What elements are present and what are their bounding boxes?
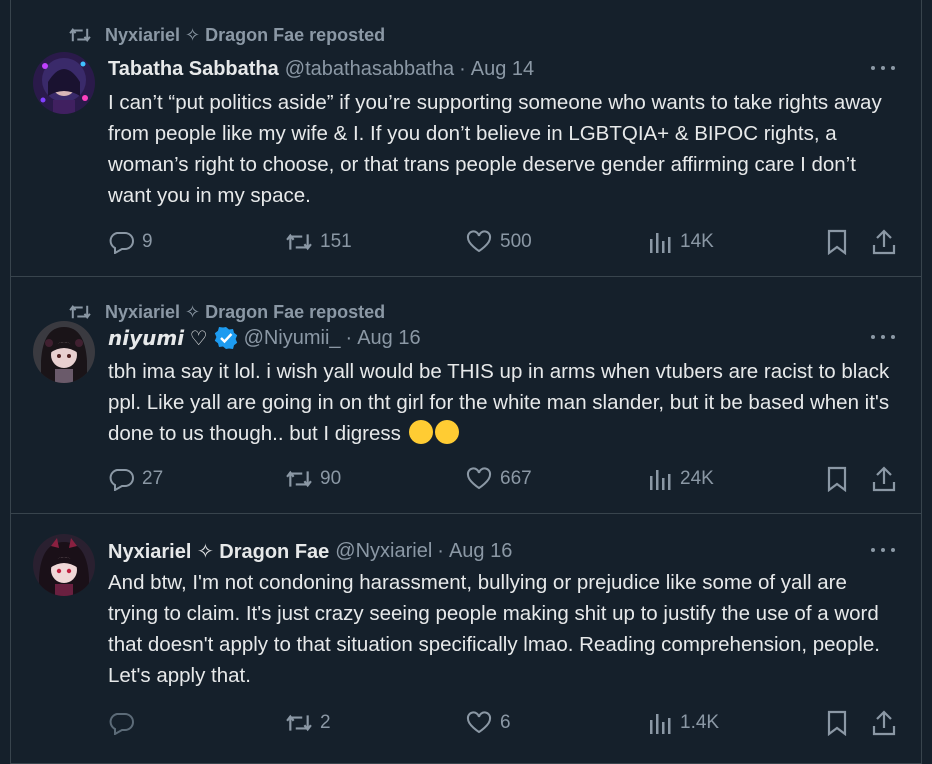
avatar[interactable] xyxy=(33,52,95,114)
bookmark-button[interactable] xyxy=(826,228,856,256)
separator-dot: · xyxy=(459,57,466,80)
author-name[interactable]: Tabatha Sabbatha xyxy=(108,58,279,81)
share-icon xyxy=(872,710,896,736)
tweet[interactable]: Nyxiariel ✧ Dragon Fae @Nyxiariel · Aug … xyxy=(11,514,921,764)
like-button[interactable]: 500 xyxy=(466,228,532,256)
share-icon xyxy=(872,466,896,492)
repost-label: Nyxiariel ✧ Dragon Fae reposted xyxy=(105,24,386,45)
timeline-feed: Nyxiariel ✧ Dragon Fae reposted Tabatha … xyxy=(10,0,922,764)
reply-button[interactable]: 27 xyxy=(108,465,163,493)
share-button[interactable] xyxy=(872,465,904,493)
repost-icon xyxy=(286,470,312,488)
author-handle[interactable]: @Nyxiariel xyxy=(335,540,432,563)
more-icon[interactable] xyxy=(871,58,895,78)
repost-icon xyxy=(286,233,312,251)
verified-icon[interactable] xyxy=(214,326,238,350)
tweet-actions: 9 151 500 14K xyxy=(108,228,898,256)
views-button[interactable]: 14K xyxy=(648,228,714,256)
tweet[interactable]: Nyxiariel ✧ Dragon Fae reposted Tabatha … xyxy=(11,0,921,277)
reply-button[interactable]: 9 xyxy=(108,228,153,256)
reply-icon xyxy=(109,232,134,254)
avatar[interactable] xyxy=(33,321,95,383)
like-icon xyxy=(466,230,492,253)
bookmark-icon xyxy=(827,229,847,255)
bookmark-icon xyxy=(827,710,847,736)
author-handle[interactable]: @Niyumii_ xyxy=(244,327,341,350)
share-button[interactable] xyxy=(872,709,904,737)
like-button[interactable]: 6 xyxy=(466,709,511,737)
like-button[interactable]: 667 xyxy=(466,465,532,493)
tweet-text: I can’t “put politics aside” if you’re s… xyxy=(108,91,882,207)
views-icon xyxy=(650,233,671,253)
tweet-header: Tabatha Sabbatha @tabathasabbatha · Aug … xyxy=(108,56,534,82)
repost-indicator[interactable]: Nyxiariel ✧ Dragon Fae reposted xyxy=(69,24,385,46)
reply-count: 27 xyxy=(142,468,164,489)
views-button[interactable]: 24K xyxy=(648,465,714,493)
repost-button[interactable]: 151 xyxy=(286,228,352,256)
tweet-text: And btw, I'm not condoning harassment, b… xyxy=(108,571,880,687)
avatar[interactable] xyxy=(33,534,95,596)
like-icon xyxy=(466,467,492,490)
more-icon[interactable] xyxy=(871,540,895,560)
more-icon[interactable] xyxy=(871,327,895,347)
repost-count: 151 xyxy=(320,231,352,252)
views-count: 1.4K xyxy=(680,712,720,733)
tweet[interactable]: Nyxiariel ✧ Dragon Fae reposted 𝙣𝙞𝙮𝙪𝙢𝙞 ♡… xyxy=(11,277,921,514)
reply-button[interactable] xyxy=(108,709,142,737)
like-count: 500 xyxy=(500,231,532,252)
views-count: 14K xyxy=(680,231,714,252)
tweet-date[interactable]: Aug 16 xyxy=(449,540,512,563)
bookmark-button[interactable] xyxy=(826,465,856,493)
reply-icon xyxy=(109,713,134,735)
views-icon xyxy=(650,714,671,734)
separator-dot: · xyxy=(345,326,353,349)
repost-indicator[interactable]: Nyxiariel ✧ Dragon Fae reposted xyxy=(69,301,385,323)
author-name[interactable]: Nyxiariel ✧ Dragon Fae xyxy=(108,539,329,564)
repost-icon xyxy=(69,304,91,320)
tweet-text-content: tbh ima say it lol. i wish yall would be… xyxy=(108,360,890,445)
repost-label: Nyxiariel ✧ Dragon Fae reposted xyxy=(105,301,386,322)
like-icon xyxy=(466,711,492,734)
separator-dot: · xyxy=(437,539,444,562)
repost-button[interactable]: 2 xyxy=(286,709,331,737)
author-name[interactable]: 𝙣𝙞𝙮𝙪𝙢𝙞 ♡ xyxy=(108,326,208,351)
repost-count: 90 xyxy=(320,468,342,489)
views-button[interactable]: 1.4K xyxy=(648,709,719,737)
repost-icon xyxy=(69,27,91,43)
repost-icon xyxy=(286,714,312,732)
bookmark-button[interactable] xyxy=(826,709,856,737)
tweet-date[interactable]: Aug 14 xyxy=(471,58,534,81)
tweet-text: tbh ima say it lol. i wish yall would be… xyxy=(108,356,898,449)
saluting-face-emoji xyxy=(434,420,459,444)
author-handle[interactable]: @tabathasabbatha xyxy=(285,58,454,81)
like-count: 667 xyxy=(500,468,532,489)
tweet-actions: 2 6 1.4K xyxy=(108,709,898,737)
share-icon xyxy=(872,229,896,255)
tweet-header: Nyxiariel ✧ Dragon Fae @Nyxiariel · Aug … xyxy=(108,538,512,564)
tweet-date[interactable]: Aug 16 xyxy=(357,327,420,350)
loudly-crying-face-emoji xyxy=(408,420,433,444)
like-count: 6 xyxy=(500,712,511,733)
repost-count: 2 xyxy=(320,712,331,733)
bookmark-icon xyxy=(827,466,847,492)
repost-button[interactable]: 90 xyxy=(286,465,341,493)
tweet-header: 𝙣𝙞𝙮𝙪𝙢𝙞 ♡ @Niyumii_ · Aug 16 xyxy=(108,325,421,351)
tweet-actions: 27 90 667 24K xyxy=(108,465,898,493)
views-count: 24K xyxy=(680,468,714,489)
reply-icon xyxy=(109,469,134,491)
share-button[interactable] xyxy=(872,228,904,256)
reply-count: 9 xyxy=(142,231,153,252)
views-icon xyxy=(650,470,671,490)
